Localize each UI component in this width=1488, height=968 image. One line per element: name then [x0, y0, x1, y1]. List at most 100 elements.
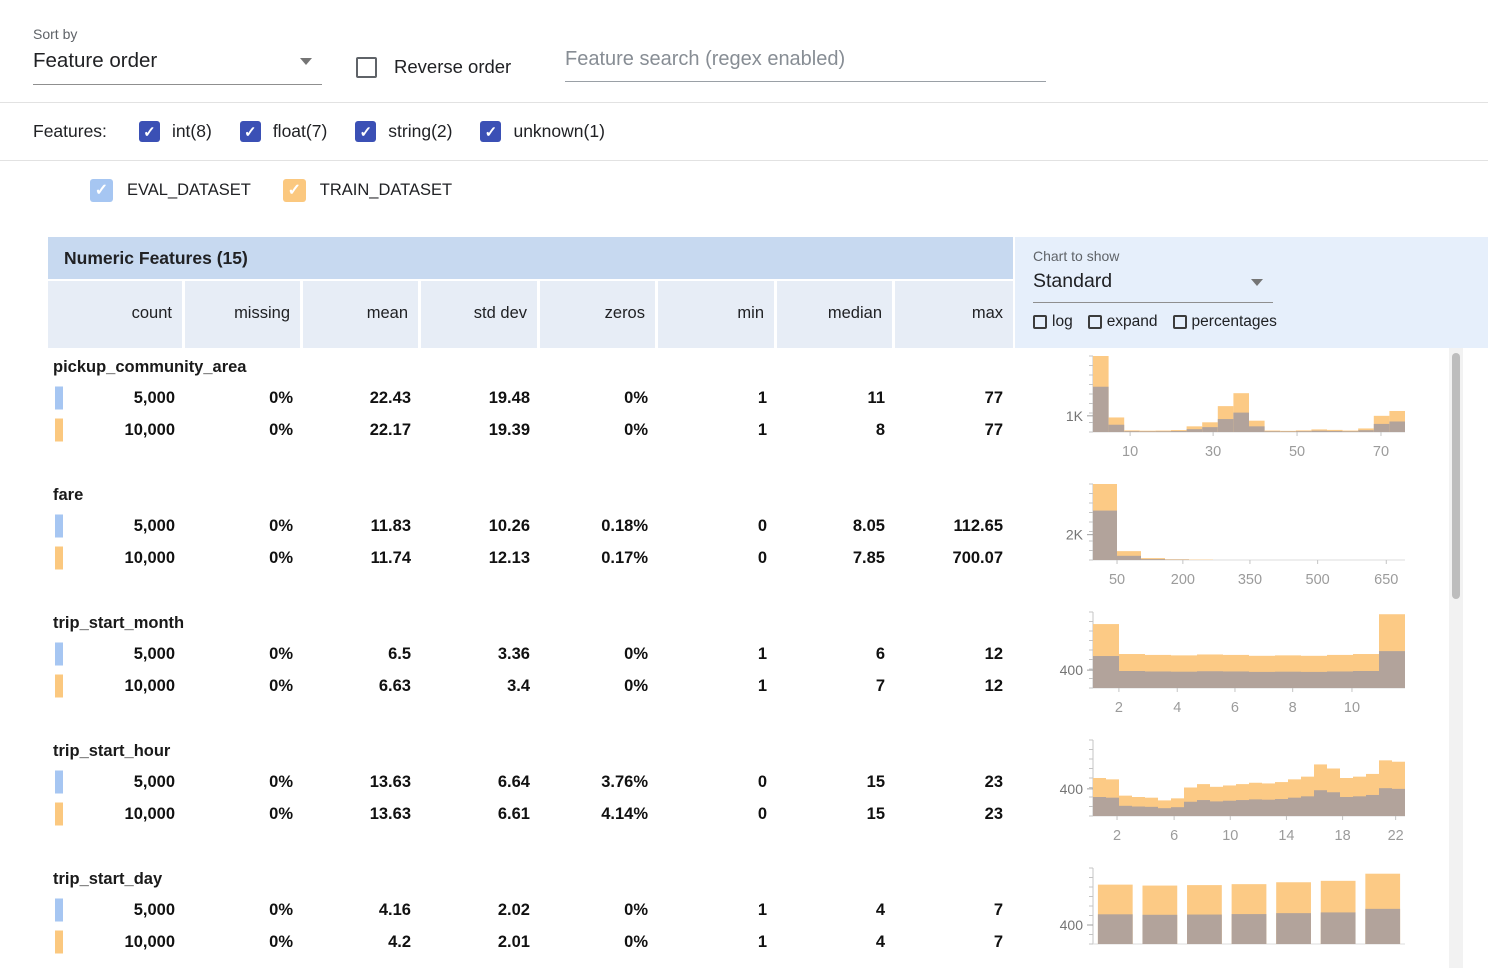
stat-value: 0% [185, 638, 303, 670]
dataset-legend: EVAL_DATASET TRAIN_DATASET [90, 162, 484, 218]
stat-value: 6.61 [421, 798, 540, 830]
dataset-color-swatch [55, 675, 63, 698]
stat-value: 5,000 [48, 766, 185, 798]
feature-histogram[interactable]: 2K50200350500650 [1027, 480, 1427, 590]
train-stats-row: 10,0000%22.1719.390%1877 [48, 414, 1013, 446]
stat-value: 19.48 [421, 382, 540, 414]
chart-option-checkbox[interactable]: log [1033, 313, 1073, 331]
train-stats-row: 10,0000%13.636.614.14%01523 [48, 798, 1013, 830]
column-header: mean [303, 281, 421, 348]
table-title: Numeric Features (15) [48, 237, 1013, 279]
stat-value: 77 [895, 382, 1013, 414]
features-filter-label: Features: [33, 121, 107, 142]
stat-value: 4 [777, 894, 895, 926]
stat-value: 22.43 [303, 382, 421, 414]
dataset-color-swatch [55, 771, 63, 794]
checkbox-checked-icon [355, 121, 376, 142]
svg-text:1K: 1K [1066, 408, 1084, 424]
stat-value: 11 [777, 382, 895, 414]
reverse-order-checkbox[interactable]: Reverse order [356, 56, 511, 78]
dataset-toggle[interactable]: TRAIN_DATASET [283, 179, 452, 202]
feature-stats: trip_start_month 5,0000%6.53.360%1612 10… [48, 604, 1013, 732]
feature-histogram[interactable]: 1K10305070 [1027, 352, 1427, 462]
stat-value: 8.05 [777, 510, 895, 542]
sort-by-field: Sort by Feature order [33, 26, 322, 85]
stat-value: 23 [895, 766, 1013, 798]
chart-option-label: expand [1107, 313, 1158, 331]
stat-value: 13.63 [303, 798, 421, 830]
checkbox-checked-icon [139, 121, 160, 142]
svg-text:400: 400 [1060, 781, 1084, 797]
numeric-features-table: Numeric Features (15) countmissingmeanst… [48, 237, 1488, 968]
stat-value: 6.5 [303, 638, 421, 670]
feature-type-filter[interactable]: float(7) [240, 121, 327, 142]
feature-type-filter[interactable]: int(8) [139, 121, 212, 142]
feature-chart: 400 [1027, 860, 1427, 968]
chart-type-select[interactable]: Standard [1033, 265, 1273, 303]
sort-by-select[interactable]: Feature order [33, 42, 322, 85]
train-stats-row: 10,0000%6.633.40%1712 [48, 670, 1013, 702]
eval-stats-row: 5,0000%4.162.020%147 [48, 894, 1013, 926]
eval-stats-row: 5,0000%22.4319.480%11177 [48, 382, 1013, 414]
svg-text:2: 2 [1113, 828, 1121, 844]
stat-value: 22.17 [303, 414, 421, 446]
feature-type-filter[interactable]: string(2) [355, 121, 452, 142]
feature-type-filter[interactable]: unknown(1) [480, 121, 604, 142]
stat-value: 15 [777, 766, 895, 798]
feature-name: pickup_community_area [48, 352, 1013, 382]
scrollbar-thumb[interactable] [1452, 353, 1460, 599]
feature-stats: trip_start_hour 5,0000%13.636.643.76%015… [48, 732, 1013, 860]
checkbox-checked-icon [283, 179, 306, 202]
svg-text:350: 350 [1238, 572, 1262, 588]
sort-by-value: Feature order [33, 49, 157, 72]
table-body: pickup_community_area 5,000 0% 22.4319.48 0… [48, 348, 1488, 968]
stat-value: 0 [658, 510, 777, 542]
stat-value: 5,000 [48, 510, 185, 542]
stat-value: 700.07 [895, 542, 1013, 574]
chart-option-checkbox[interactable]: expand [1088, 313, 1158, 331]
stat-value: 10,000 [48, 414, 185, 446]
stat-value: 1 [658, 382, 777, 414]
train-stats-row: 10,0000%4.22.010%147 [48, 926, 1013, 958]
stat-value: 11.74 [303, 542, 421, 574]
checkbox-unchecked-icon [1033, 315, 1047, 329]
stat-value: 4 [777, 926, 895, 958]
chevron-down-icon [300, 58, 312, 65]
feature-histogram[interactable]: 400246810 [1027, 608, 1427, 718]
svg-text:10: 10 [1344, 700, 1360, 716]
column-header: min [658, 281, 777, 348]
feature-search-input[interactable] [565, 48, 1046, 71]
vertical-scrollbar[interactable] [1449, 348, 1463, 968]
feature-histogram[interactable]: 4002610141822 [1027, 736, 1427, 846]
chart-option-checkbox[interactable]: percentages [1173, 313, 1277, 331]
dataset-label: TRAIN_DATASET [320, 181, 452, 200]
eval-stats-row: 5,0000%13.636.643.76%01523 [48, 766, 1013, 798]
svg-text:8: 8 [1289, 700, 1297, 716]
stat-value: 12 [895, 670, 1013, 702]
stat-value: 6 [777, 638, 895, 670]
feature-type-label: unknown(1) [513, 121, 604, 142]
chart-controls-panel: Chart to show Standard log expand percen… [1015, 237, 1488, 348]
checkbox-unchecked-icon [1173, 315, 1187, 329]
dataset-toggle[interactable]: EVAL_DATASET [90, 179, 251, 202]
train-stats-row: 10,0000%11.7412.130.17%07.85700.07 [48, 542, 1013, 574]
feature-row: trip_start_day 5,0000%4.162.020%147 10,0… [48, 860, 1488, 968]
dataset-label: EVAL_DATASET [127, 181, 251, 200]
feature-row: pickup_community_area 5,0000%22.4319.480… [48, 348, 1488, 476]
stat-value: 5,000 [48, 382, 185, 414]
table-header: Numeric Features (15) countmissingmeanst… [48, 237, 1488, 348]
chevron-down-icon [1251, 279, 1263, 286]
feature-search [565, 48, 1046, 82]
column-header: median [777, 281, 895, 348]
feature-histogram[interactable]: 400 [1027, 864, 1427, 968]
divider [0, 160, 1488, 161]
dataset-color-swatch [55, 643, 63, 666]
feature-stats: pickup_community_area 5,0000%22.4319.480… [48, 348, 1013, 476]
checkbox-checked-icon [240, 121, 261, 142]
dataset-color-swatch [55, 547, 63, 570]
checkbox-checked-icon [480, 121, 501, 142]
svg-text:18: 18 [1335, 828, 1351, 844]
stat-value: 23 [895, 798, 1013, 830]
column-header: missing [185, 281, 303, 348]
svg-text:400: 400 [1060, 917, 1084, 933]
